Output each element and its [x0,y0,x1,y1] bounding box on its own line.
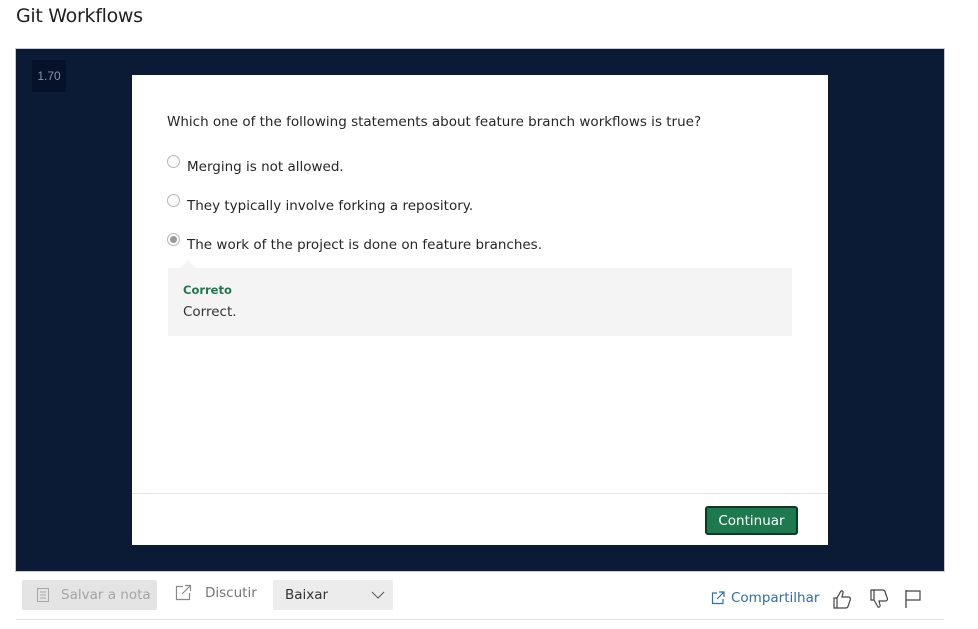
playback-speed-badge[interactable]: 1.70 [32,60,66,92]
quiz-option-label: The work of the project is done on featu… [187,237,543,253]
feedback-title: Correto [183,283,232,297]
bottom-toolbar: Salvar a nota Discutir Baixar Compartilh… [0,572,978,629]
quiz-option-2[interactable]: They typically involve forking a reposit… [167,194,474,214]
feedback-text: Correct. [183,304,237,320]
radio-button[interactable] [167,194,180,207]
external-link-icon [175,584,192,601]
quiz-card-footer: Continuar [132,493,828,545]
radio-button[interactable] [167,155,180,168]
thumbs-down-icon[interactable] [868,588,890,610]
quiz-option-3[interactable]: The work of the project is done on featu… [167,233,543,253]
discuss-label: Discutir [205,585,257,601]
download-dropdown[interactable]: Baixar [273,580,393,610]
video-player: 1.70 Which one of the following statemen… [15,48,945,572]
share-label: Compartilhar [731,590,820,606]
discuss-button[interactable]: Discutir [174,584,257,602]
continue-button[interactable]: Continuar [705,506,798,535]
page-title: Git Workflows [16,5,143,27]
quiz-option-label: They typically involve forking a reposit… [187,198,474,214]
toolbar-divider [16,619,944,620]
quiz-card: Which one of the following statements ab… [132,75,828,545]
answer-feedback: Correto Correct. [168,260,792,336]
download-label: Baixar [285,587,329,603]
quiz-question: Which one of the following statements ab… [167,114,702,130]
share-icon [711,591,725,605]
save-note-button[interactable]: Salvar a nota [22,580,157,610]
note-icon [37,588,49,602]
save-note-label: Salvar a nota [61,587,151,603]
quiz-option-label: Merging is not allowed. [187,159,344,175]
quiz-option-1[interactable]: Merging is not allowed. [167,155,344,175]
chevron-down-icon [371,591,385,599]
share-link[interactable]: Compartilhar [711,590,819,606]
radio-button-selected[interactable] [167,233,180,246]
flag-icon[interactable] [904,589,922,609]
thumbs-up-icon[interactable] [831,588,853,610]
